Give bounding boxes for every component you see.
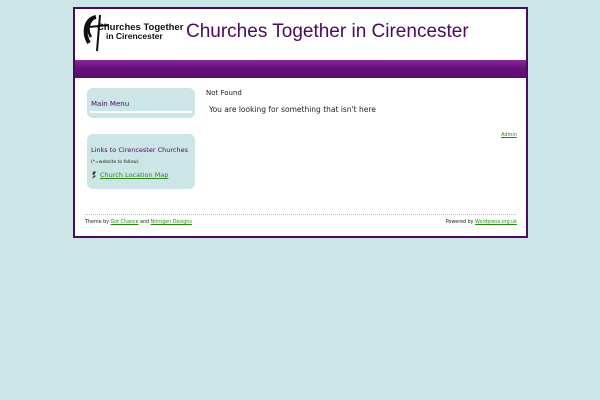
nitrogen-designs-link[interactable]: Nitrogen Designs — [151, 220, 192, 225]
site-title[interactable]: Churches Together in Cirencester — [186, 21, 469, 43]
church-bullet-icon — [91, 171, 97, 179]
theme-by-text: Theme by — [85, 220, 109, 225]
church-location-map-link[interactable]: Church Location Map — [100, 171, 168, 179]
footer-divider — [85, 214, 516, 215]
wordpress-link[interactable]: Wordpress — [475, 220, 500, 225]
footer-credits: Theme by Got Chance and Nitrogen Designs — [85, 220, 192, 225]
not-found-message: You are looking for something that isn't… — [209, 105, 376, 114]
logo-text: Churches Together in Cirencester — [97, 23, 183, 41]
church-location-map-row: Church Location Map — [91, 171, 168, 179]
main-content: Not Found You are looking for something … — [206, 89, 516, 114]
page-heading: Not Found — [206, 89, 242, 97]
footer-powered-by: Powered by Wordpress.org.uk — [446, 220, 517, 225]
divider — [90, 111, 192, 113]
links-title: Links to Cirencester Churches — [91, 146, 188, 154]
logo-line2: in Cirencester — [106, 31, 163, 41]
site-header: Churches Together in Cirencester Churche… — [75, 9, 526, 60]
header-bar — [75, 60, 526, 78]
site-logo[interactable]: Churches Together in Cirencester — [79, 13, 183, 53]
main-menu-title: Main Menu — [91, 100, 130, 108]
page-container: Churches Together in Cirencester Churche… — [73, 7, 528, 238]
main-menu-box: Main Menu — [87, 88, 195, 118]
powered-by-text: Powered by — [445, 220, 474, 225]
and-text: and — [140, 220, 150, 225]
links-note: (*=website to follow) — [91, 160, 139, 165]
admin-link[interactable]: Admin — [501, 132, 517, 138]
got-chance-link[interactable]: Got Chance — [111, 220, 139, 225]
sidebar: Main Menu Links to Cirencester Churches … — [87, 88, 195, 189]
church-links-box: Links to Cirencester Churches (*=website… — [87, 134, 195, 189]
org-uk-link[interactable]: .org.uk — [500, 220, 517, 225]
